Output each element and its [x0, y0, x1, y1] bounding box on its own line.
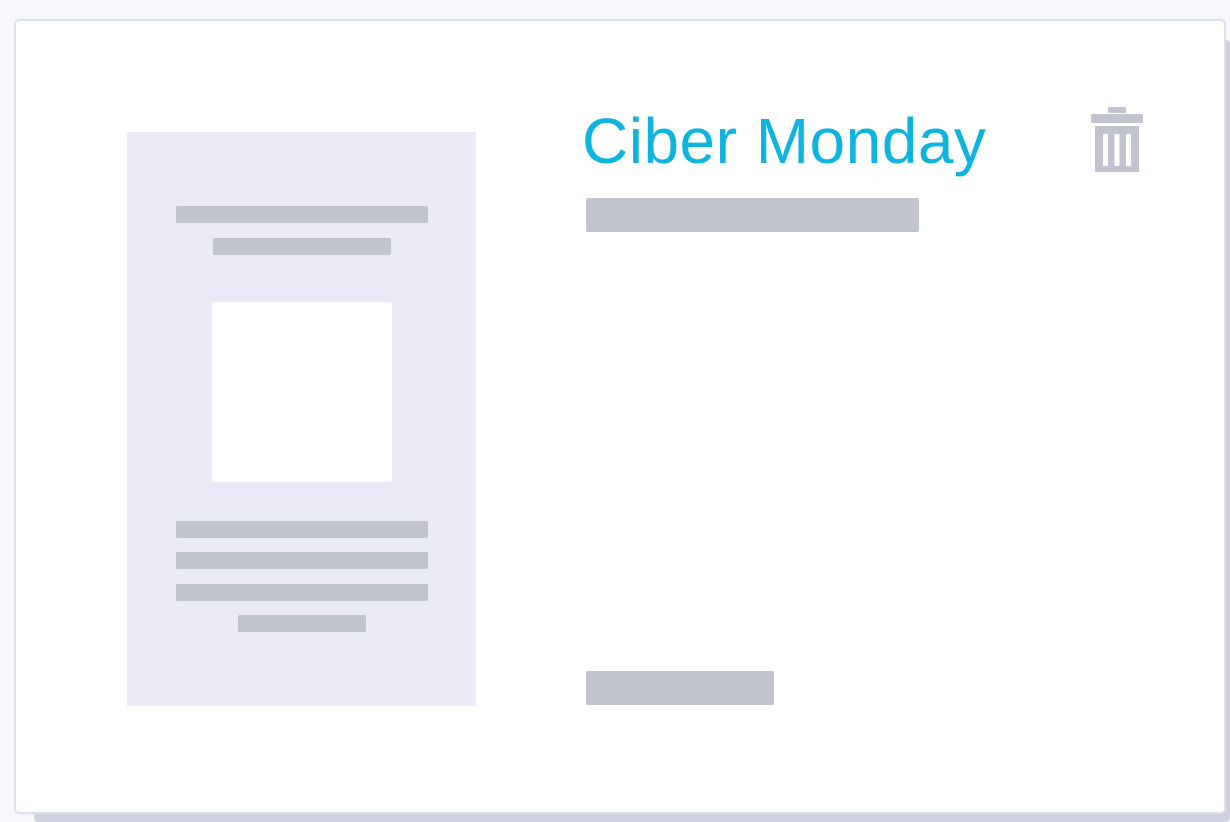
- preview-text-line: [176, 552, 428, 569]
- template-title: Ciber Monday: [582, 105, 987, 177]
- preview-subheading-line: [213, 238, 391, 255]
- preview-text-line: [176, 521, 428, 538]
- preview-text-line: [176, 584, 428, 601]
- preview-button-line: [238, 615, 366, 632]
- template-description-placeholder: [586, 198, 919, 232]
- template-date-placeholder: [586, 671, 774, 705]
- template-card[interactable]: Ciber Monday: [14, 19, 1226, 814]
- preview-heading-line: [176, 206, 428, 223]
- preview-image-placeholder: [212, 302, 392, 482]
- template-preview-thumbnail[interactable]: [127, 132, 476, 706]
- trash-icon[interactable]: [1089, 107, 1145, 173]
